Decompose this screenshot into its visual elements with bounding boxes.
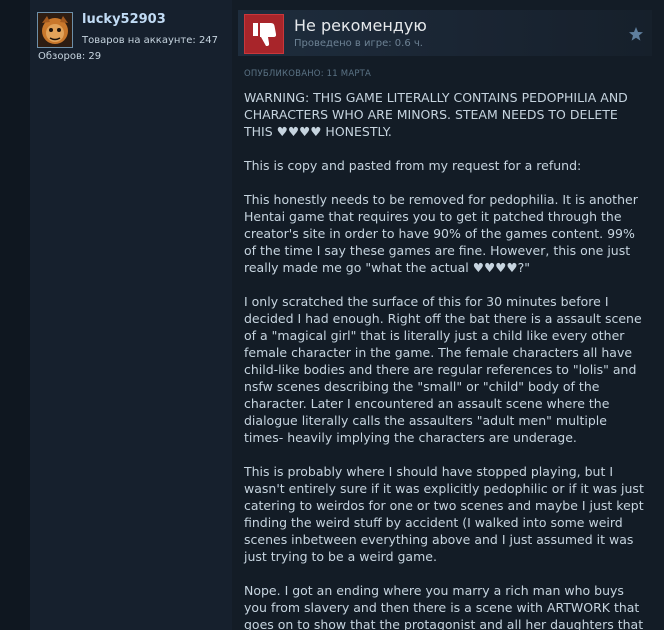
review-page: lucky52903 Товаров на аккаунте: 247 Обзо… — [0, 0, 664, 630]
verdict-header: Не рекомендую Проведено в игре: 0.6 ч. — [238, 10, 652, 56]
page-edge — [0, 0, 30, 630]
review-paragraph: This is copy and pasted from my request … — [244, 158, 582, 173]
review-paragraph: This is probably where I should have sto… — [244, 464, 644, 564]
review-paragraph: WARNING: THIS GAME LITERALLY CONTAINS PE… — [244, 90, 628, 139]
playtime-hours: Проведено в игре: 0.6 ч. — [294, 38, 423, 49]
review-paragraph: I only scratched the surface of this for… — [244, 294, 642, 445]
review-panel: Не рекомендую Проведено в игре: 0.6 ч. О… — [232, 0, 664, 630]
thumbs-down-icon — [244, 14, 284, 54]
avatar[interactable] — [37, 12, 73, 48]
review-text: WARNING: THIS GAME LITERALLY CONTAINS PE… — [244, 89, 646, 630]
author-panel: lucky52903 Товаров на аккаунте: 247 Обзо… — [30, 0, 232, 630]
reviews-count[interactable]: Обзоров: 29 — [38, 51, 101, 62]
review-paragraph: This honestly needs to be removed for pe… — [244, 192, 638, 275]
verdict-title: Не рекомендую — [294, 16, 427, 35]
avatar-image — [38, 13, 72, 47]
posted-date: ОПУБЛИКОВАНО: 11 МАРТА — [244, 69, 372, 79]
author-name-link[interactable]: lucky52903 — [82, 12, 166, 27]
star-icon[interactable] — [628, 26, 644, 42]
games-owned-count: Товаров на аккаунте: 247 — [82, 35, 219, 46]
review-paragraph: Nope. I got an ending where you marry a … — [244, 583, 644, 630]
